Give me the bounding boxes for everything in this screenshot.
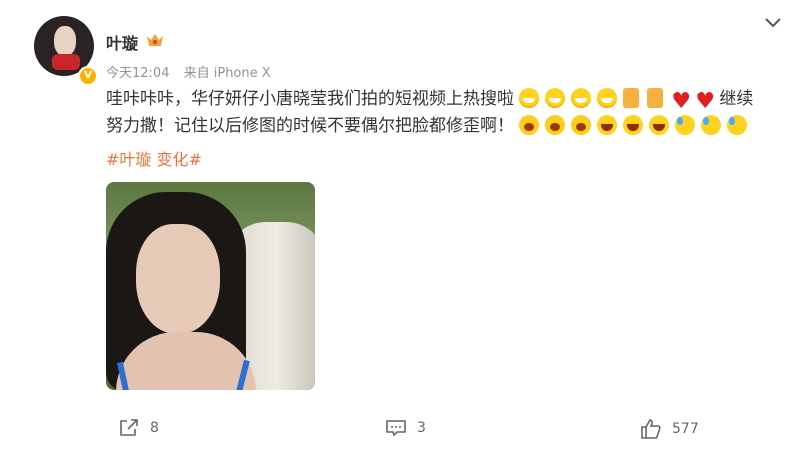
share-count: 8 xyxy=(150,420,159,436)
grin-emoji-icon xyxy=(571,88,592,108)
weibo-post-card: V 叶璇 今天12:04 来自 iPhone X 哇咔咔咔，华仔妍仔小唐晓莹我们… xyxy=(0,0,807,456)
thumbs-up-icon xyxy=(641,419,661,439)
tears-of-joy-emoji-icon xyxy=(727,115,748,135)
heart-emoji-icon xyxy=(695,88,715,115)
photo-face xyxy=(136,224,220,334)
post-image[interactable] xyxy=(106,182,315,390)
post-time[interactable]: 今天12:04 xyxy=(106,66,169,81)
laugh-emoji-icon xyxy=(649,115,670,135)
post-text: 哇咔咔咔，华仔妍仔小唐晓莹我们拍的短视频上热搜啦 继续 努力撒！记住以后修图的时… xyxy=(106,86,786,140)
post-text-continue: 继续 xyxy=(719,89,754,109)
cry-emoji-icon xyxy=(545,115,566,135)
post-text-line1: 哇咔咔咔，华仔妍仔小唐晓莹我们拍的短视频上热搜啦 xyxy=(106,89,514,109)
post-meta: 今天12:04 来自 iPhone X xyxy=(106,62,281,81)
grin-emoji-icon xyxy=(597,88,618,108)
comment-count: 3 xyxy=(417,420,426,436)
grin-emoji-icon xyxy=(545,88,566,108)
tears-of-joy-emoji-icon xyxy=(675,115,696,135)
cry-emoji-icon xyxy=(571,115,592,135)
laugh-emoji-icon xyxy=(623,115,644,135)
crown-icon xyxy=(147,34,163,46)
laugh-emoji-icon xyxy=(597,115,618,135)
chevron-down-icon[interactable] xyxy=(764,16,782,30)
comment-button[interactable]: 3 xyxy=(385,418,426,438)
like-button[interactable]: 577 xyxy=(640,418,699,440)
cry-emoji-icon xyxy=(519,115,540,135)
avatar-lip xyxy=(52,54,80,70)
grin-emoji-icon xyxy=(519,88,540,108)
author-name[interactable]: 叶璇 xyxy=(106,30,138,54)
verified-badge: V xyxy=(78,66,98,86)
beer-emoji-icon xyxy=(623,88,640,108)
share-icon xyxy=(120,419,138,436)
heart-emoji-icon xyxy=(671,88,691,115)
share-button[interactable]: 8 xyxy=(118,418,159,438)
beer-emoji-icon xyxy=(647,88,664,108)
post-source: 来自 iPhone X xyxy=(183,66,271,81)
avatar-face xyxy=(54,26,76,56)
topic-link[interactable]: #叶璇 变化# xyxy=(106,146,202,170)
like-count: 577 xyxy=(672,421,699,437)
tears-of-joy-emoji-icon xyxy=(701,115,722,135)
post-text-line2: 努力撒！记住以后修图的时候不要偶尔把脸都修歪啊！ xyxy=(106,116,514,136)
comment-icon xyxy=(386,420,406,437)
action-bar: 8 3 577 xyxy=(0,410,807,450)
